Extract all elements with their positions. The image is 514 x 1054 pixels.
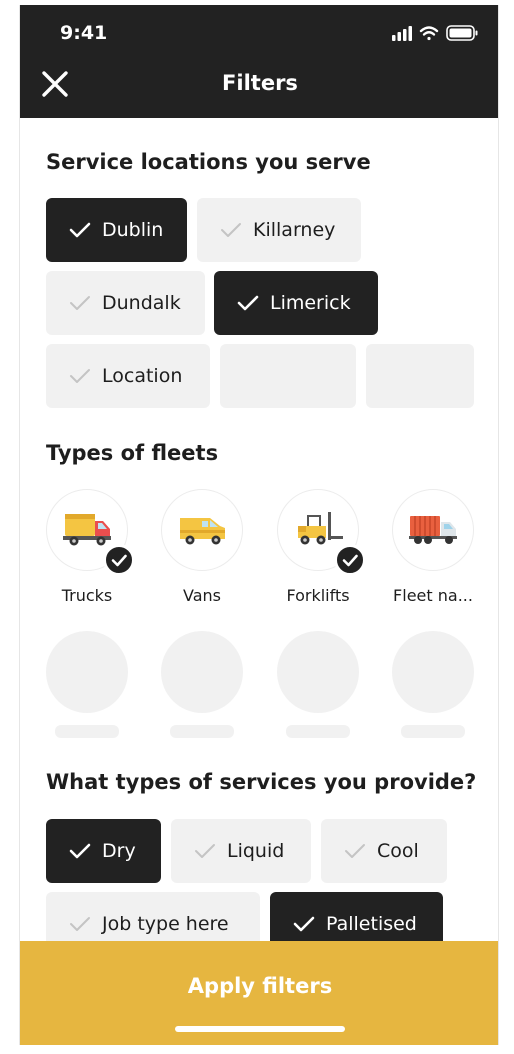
home-indicator xyxy=(175,1026,345,1032)
status-time: 9:41 xyxy=(60,22,108,44)
apply-filters-button[interactable]: Apply filters xyxy=(20,941,498,1045)
fleet-item-fleet-name[interactable]: Fleet na... xyxy=(392,489,474,605)
fleet-item-vans[interactable]: Vans xyxy=(161,489,243,605)
trailer-truck-icon xyxy=(409,516,457,544)
check-icon xyxy=(69,222,91,238)
chip-label: Location xyxy=(102,365,183,387)
fleet-circle xyxy=(392,489,474,571)
fleet-label: Fleet na... xyxy=(393,586,473,605)
check-icon xyxy=(70,296,90,310)
fleet-item-forklifts[interactable]: Forklifts xyxy=(277,489,366,605)
forklift-icon xyxy=(298,512,343,545)
location-chip-location[interactable]: Location xyxy=(46,344,210,408)
status-icons xyxy=(392,23,482,43)
check-icon xyxy=(70,369,90,383)
filters-screen: 9:41 Filters Service locations you serve… xyxy=(19,5,499,1045)
check-icon xyxy=(195,844,215,858)
chip-label: Limerick xyxy=(270,292,351,314)
fleets-section-title: Types of fleets xyxy=(46,441,219,465)
location-chip-placeholder xyxy=(366,344,474,408)
page-title: Filters xyxy=(222,71,298,95)
chip-label: Job type here xyxy=(102,913,229,935)
location-chip-dundalk[interactable]: Dundalk xyxy=(46,271,205,335)
fleet-skeleton-circle xyxy=(161,631,243,713)
chip-label: Dundalk xyxy=(102,292,181,314)
apply-filters-label: Apply filters xyxy=(187,974,333,998)
fleet-skeleton-label xyxy=(55,725,119,738)
chip-label: Dublin xyxy=(102,219,164,241)
check-icon xyxy=(293,916,315,932)
selected-badge xyxy=(334,544,366,576)
van-icon xyxy=(180,518,225,545)
check-icon xyxy=(345,844,365,858)
location-chip-killarney[interactable]: Killarney xyxy=(197,198,361,262)
selected-badge xyxy=(103,544,135,576)
fleet-label: Vans xyxy=(183,586,221,605)
fleet-skeleton-label xyxy=(401,725,465,738)
header-bar: 9:41 Filters xyxy=(20,5,498,118)
fleet-skeleton-label xyxy=(286,725,350,738)
fleet-circle xyxy=(161,489,243,571)
service-chip-liquid[interactable]: Liquid xyxy=(171,819,311,883)
location-chip-dublin[interactable]: Dublin xyxy=(46,198,187,262)
check-icon xyxy=(70,917,90,931)
chip-label: Cool xyxy=(377,840,419,862)
chip-label: Liquid xyxy=(227,840,285,862)
check-icon xyxy=(111,554,127,567)
fleet-label: Trucks xyxy=(61,586,113,605)
location-chip-limerick[interactable]: Limerick xyxy=(214,271,378,335)
check-icon xyxy=(342,554,358,567)
service-chip-cool[interactable]: Cool xyxy=(321,819,447,883)
fleet-skeleton-circle xyxy=(46,631,128,713)
chip-label: Dry xyxy=(102,840,136,862)
service-chip-dry[interactable]: Dry xyxy=(46,819,161,883)
fleet-skeleton-circle xyxy=(277,631,359,713)
check-icon xyxy=(237,295,259,311)
fleet-skeleton-label xyxy=(170,725,234,738)
signal-icon xyxy=(392,26,412,41)
fleet-skeleton-circle xyxy=(392,631,474,713)
battery-icon xyxy=(446,25,478,41)
services-section-title: What types of services you provide? xyxy=(46,770,477,794)
fleet-circle xyxy=(277,489,366,576)
chip-label: Palletised xyxy=(326,913,417,935)
wifi-icon xyxy=(419,26,439,41)
fleet-label: Forklifts xyxy=(286,586,350,605)
fleet-circle xyxy=(46,489,135,576)
location-chip-placeholder xyxy=(220,344,356,408)
check-icon xyxy=(221,223,241,237)
check-icon xyxy=(69,843,91,859)
locations-section-title: Service locations you serve xyxy=(46,150,371,174)
chip-label: Killarney xyxy=(253,219,336,241)
truck-icon xyxy=(63,514,111,546)
fleet-item-trucks[interactable]: Trucks xyxy=(46,489,135,605)
